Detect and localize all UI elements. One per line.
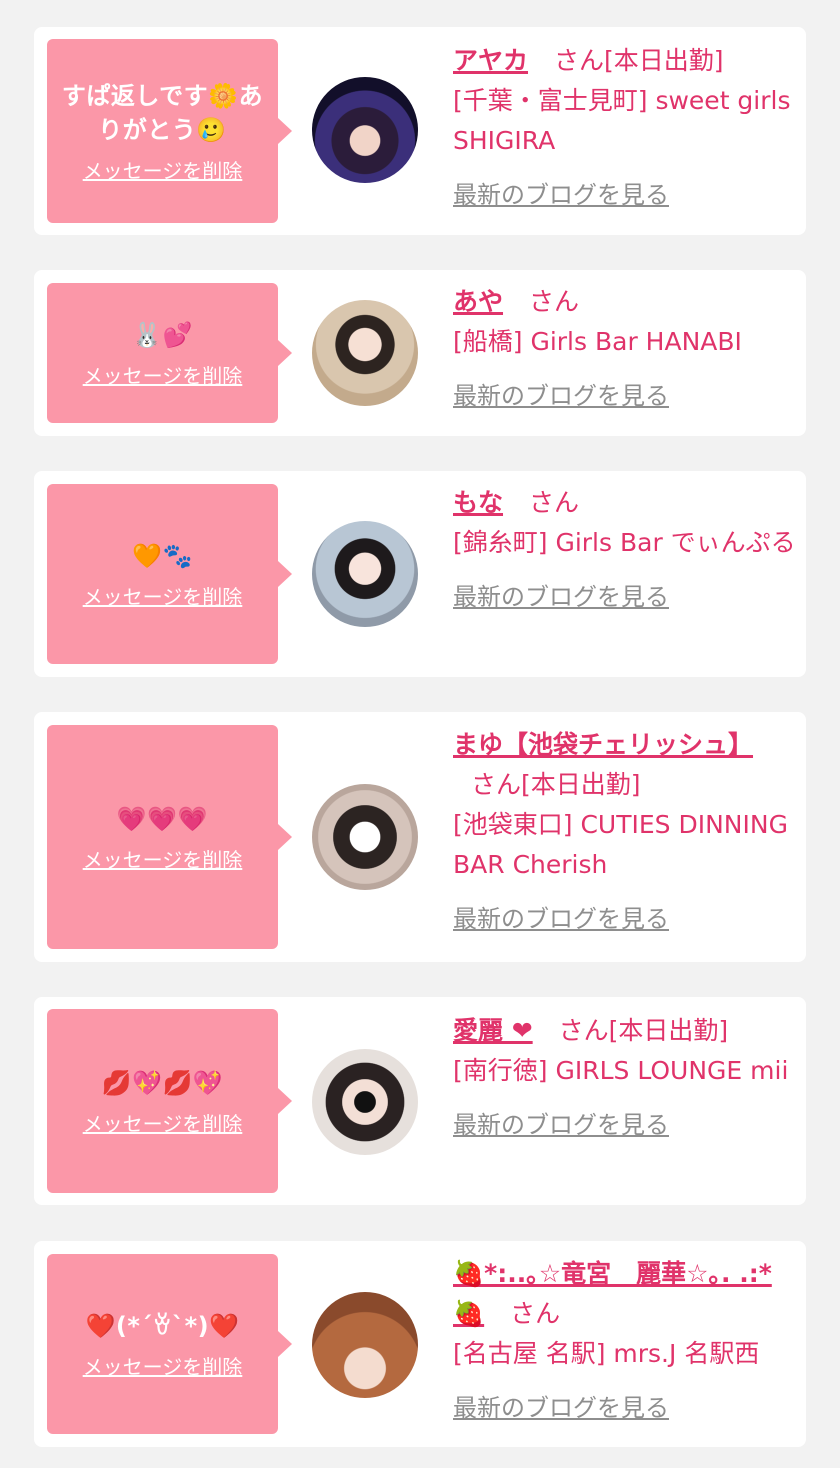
delete-message-link[interactable]: メッセージを削除 <box>83 581 243 610</box>
delete-message-link[interactable]: メッセージを削除 <box>83 155 243 184</box>
avatar[interactable] <box>312 1049 418 1155</box>
shop-name: [南行徳] GIRLS LOUNGE mii <box>453 1056 789 1085</box>
message-text: 🐰💕 <box>132 320 193 349</box>
latest-blog-link[interactable]: 最新のブログを見る <box>453 899 669 939</box>
honorific: さん <box>553 46 604 75</box>
honorific: さん <box>528 287 579 316</box>
honorific: さん <box>471 770 522 799</box>
status-label: [本日出勤] <box>521 770 641 799</box>
delete-message-link[interactable]: メッセージを削除 <box>83 1351 243 1380</box>
message-text: すぱ返しです🌼ありがとう🥲 <box>61 81 264 144</box>
cast-name-link[interactable]: 🍓*:..｡☆竜宮 麗華☆｡. .:*🍓 <box>453 1259 772 1328</box>
cast-info: まゆ【池袋チェリッシュ】 さん[本日出勤] [池袋東口] CUTIES DINN… <box>453 725 798 939</box>
avatar[interactable] <box>312 521 418 627</box>
avatar[interactable] <box>312 77 418 183</box>
honorific: さん <box>510 1299 561 1328</box>
message-text: 🧡🐾 <box>132 541 193 570</box>
cast-info: 愛麗 ❤ さん[本日出勤] [南行徳] GIRLS LOUNGE mii 最新の… <box>453 1011 798 1145</box>
cast-name-link[interactable]: アヤカ <box>453 46 528 75</box>
status-label: [本日出勤] <box>608 1016 729 1045</box>
honorific: さん <box>528 488 579 517</box>
message-bubble: 💋💖💋💖 メッセージを削除 <box>47 1009 292 1193</box>
latest-blog-link[interactable]: 最新のブログを見る <box>453 577 669 617</box>
message-text: 💗💗💗 <box>116 804 209 833</box>
message-text: 💋💖💋💖 <box>101 1068 224 1097</box>
message-bubble: 💗💗💗 メッセージを削除 <box>47 725 292 949</box>
delete-message-link[interactable]: メッセージを削除 <box>83 844 243 873</box>
latest-blog-link[interactable]: 最新のブログを見る <box>453 1105 669 1145</box>
message-bubble: 🐰💕 メッセージを削除 <box>47 283 292 423</box>
latest-blog-link[interactable]: 最新のブログを見る <box>453 376 669 416</box>
delete-message-link[interactable]: メッセージを削除 <box>83 360 243 389</box>
message-text: ❤️(*´ꈊ`*)❤️ <box>85 1311 240 1340</box>
shop-name: [船橋] Girls Bar HANABI <box>453 327 742 356</box>
message-card: 🐰💕 メッセージを削除 あや さん [船橋] Girls Bar HANABI … <box>34 270 806 436</box>
avatar[interactable] <box>312 300 418 406</box>
message-card: 💗💗💗 メッセージを削除 まゆ【池袋チェリッシュ】 さん[本日出勤] [池袋東口… <box>34 712 806 962</box>
shop-name: [池袋東口] CUTIES DINNING BAR Cherish <box>453 810 788 879</box>
message-card: 💋💖💋💖 メッセージを削除 愛麗 ❤ さん[本日出勤] [南行徳] GIRLS … <box>34 997 806 1205</box>
cast-name-link[interactable]: まゆ【池袋チェリッシュ】 <box>453 730 753 759</box>
avatar[interactable] <box>312 784 418 890</box>
cast-name-link[interactable]: あや <box>453 287 503 316</box>
delete-message-link[interactable]: メッセージを削除 <box>83 1108 243 1137</box>
status-label: [本日出勤] <box>603 46 724 75</box>
shop-name: [名古屋 名駅] mrs.J 名駅西 <box>453 1339 760 1368</box>
latest-blog-link[interactable]: 最新のブログを見る <box>453 1388 669 1428</box>
honorific: さん <box>558 1016 609 1045</box>
cast-info: あや さん [船橋] Girls Bar HANABI 最新のブログを見る <box>453 282 798 416</box>
message-card: すぱ返しです🌼ありがとう🥲 メッセージを削除 アヤカ さん[本日出勤] [千葉・… <box>34 27 806 235</box>
cast-name-link[interactable]: 愛麗 ❤ <box>453 1016 533 1045</box>
message-card: 🧡🐾 メッセージを削除 もな さん [錦糸町] Girls Bar でぃんぷる … <box>34 471 806 677</box>
message-bubble: すぱ返しです🌼ありがとう🥲 メッセージを削除 <box>47 39 292 223</box>
cast-info: 🍓*:..｡☆竜宮 麗華☆｡. .:*🍓 さん [名古屋 名駅] mrs.J 名… <box>453 1254 798 1428</box>
cast-name-link[interactable]: もな <box>453 488 503 517</box>
message-bubble: 🧡🐾 メッセージを削除 <box>47 484 292 664</box>
avatar[interactable] <box>312 1292 418 1398</box>
shop-name: [錦糸町] Girls Bar でぃんぷる <box>453 528 796 557</box>
message-bubble: ❤️(*´ꈊ`*)❤️ メッセージを削除 <box>47 1254 292 1434</box>
shop-name: [千葉・富士見町] sweet girls SHIGIRA <box>453 86 791 155</box>
message-card: ❤️(*´ꈊ`*)❤️ メッセージを削除 🍓*:..｡☆竜宮 麗華☆｡. .:*… <box>34 1241 806 1447</box>
cast-info: もな さん [錦糸町] Girls Bar でぃんぷる 最新のブログを見る <box>453 483 798 617</box>
latest-blog-link[interactable]: 最新のブログを見る <box>453 175 669 215</box>
cast-info: アヤカ さん[本日出勤] [千葉・富士見町] sweet girls SHIGI… <box>453 41 798 215</box>
